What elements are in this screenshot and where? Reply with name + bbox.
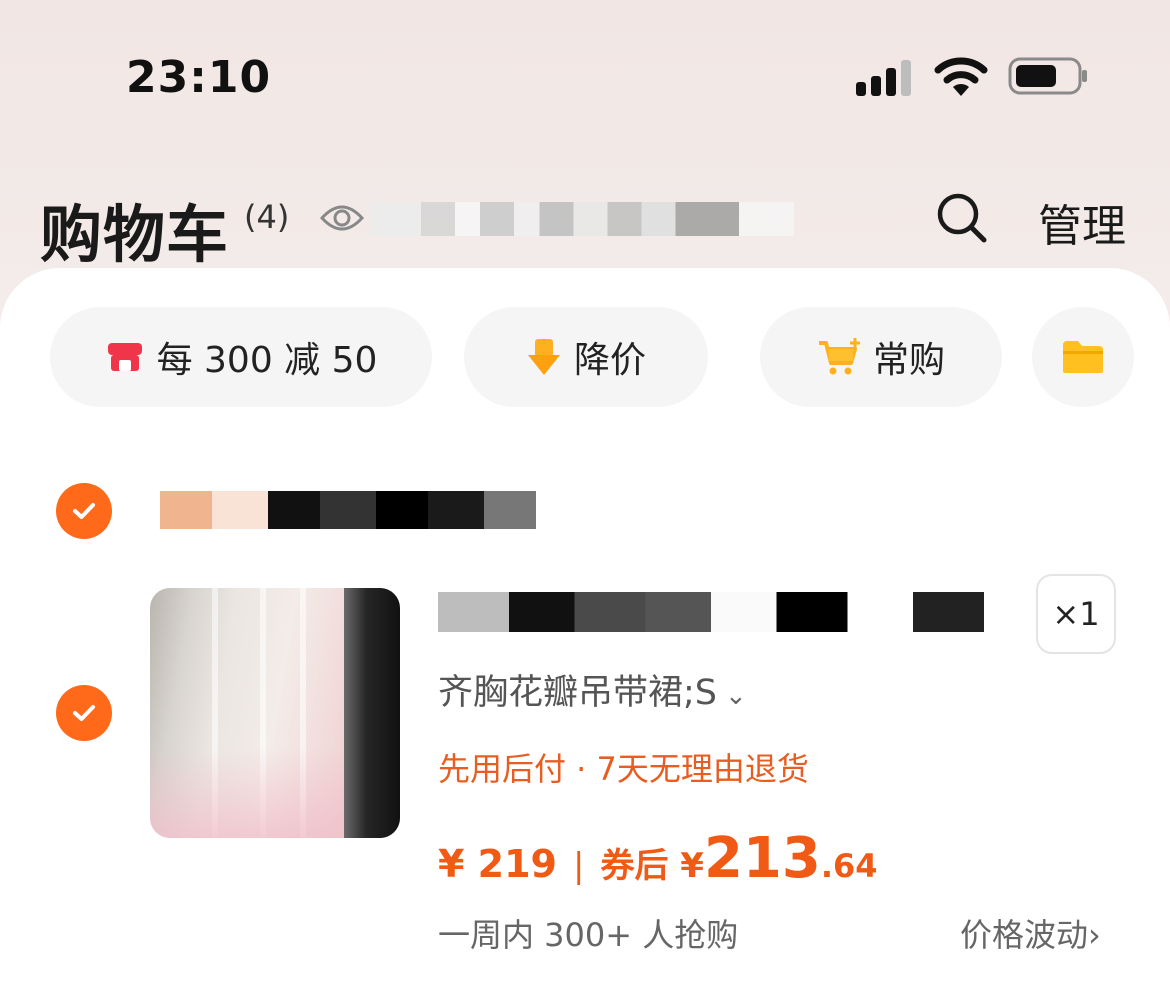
chip-folder[interactable] (1032, 307, 1134, 407)
price-row: ¥ 219 | 券后 ¥ 213 .64 (438, 826, 878, 891)
service-tags: 先用后付 · 7天无理由退货 (438, 750, 809, 788)
coupon-price-integer: 213 (703, 826, 821, 891)
item-select-checkbox[interactable] (56, 685, 112, 741)
checkmark-icon (73, 503, 95, 519)
sku-selector[interactable]: 齐胸花瓣吊带裙;S ⌄ (438, 664, 747, 715)
battery-icon (1008, 57, 1087, 95)
eye-icon[interactable] (320, 202, 364, 234)
checkmark-icon (73, 705, 95, 721)
cart-count: (4) (244, 198, 290, 236)
product-image[interactable] (150, 588, 400, 838)
redacted-shop-name (160, 491, 592, 529)
cellular-signal-icon (856, 58, 914, 96)
redacted-product-title[interactable] (438, 592, 984, 632)
cart-plus-icon (818, 338, 860, 375)
coupon-price-decimal: .64 (820, 847, 878, 885)
price-divider: | (573, 846, 585, 886)
folder-icon (1063, 341, 1103, 373)
shop-select-checkbox[interactable] (56, 483, 112, 539)
manage-button[interactable]: 管理 (1038, 190, 1126, 254)
coupon-price-label: 券后 ¥ (600, 846, 704, 886)
chip-discount-label: 每 300 减 50 (156, 340, 378, 381)
search-icon[interactable] (934, 190, 990, 246)
chip-price-drop-label: 降价 (573, 340, 646, 381)
price-trend-link[interactable]: 价格波动› (960, 910, 1101, 956)
chip-price-drop[interactable]: 降价 (464, 307, 708, 407)
page-title: 购物车 (40, 198, 230, 271)
original-price: ¥ 219 (438, 842, 557, 886)
price-trend-label: 价格波动 (960, 916, 1089, 954)
redacted-address (370, 202, 794, 236)
chip-frequent[interactable]: 常购 (760, 307, 1002, 407)
chip-discount[interactable]: 每 300 减 50 (50, 307, 432, 407)
chevron-down-icon: ⌄ (725, 681, 747, 711)
quantity-stepper[interactable]: ×1 (1036, 574, 1116, 654)
status-time: 23:10 (126, 52, 272, 103)
sku-label: 齐胸花瓣吊带裙;S (438, 673, 718, 713)
store-icon (107, 343, 142, 371)
arrow-down-icon (527, 339, 560, 375)
chevron-right-icon: › (1088, 916, 1101, 954)
sales-info: 一周内 300+ 人抢购 (438, 916, 739, 954)
wifi-icon (934, 57, 988, 96)
chip-frequent-label: 常购 (872, 340, 945, 381)
